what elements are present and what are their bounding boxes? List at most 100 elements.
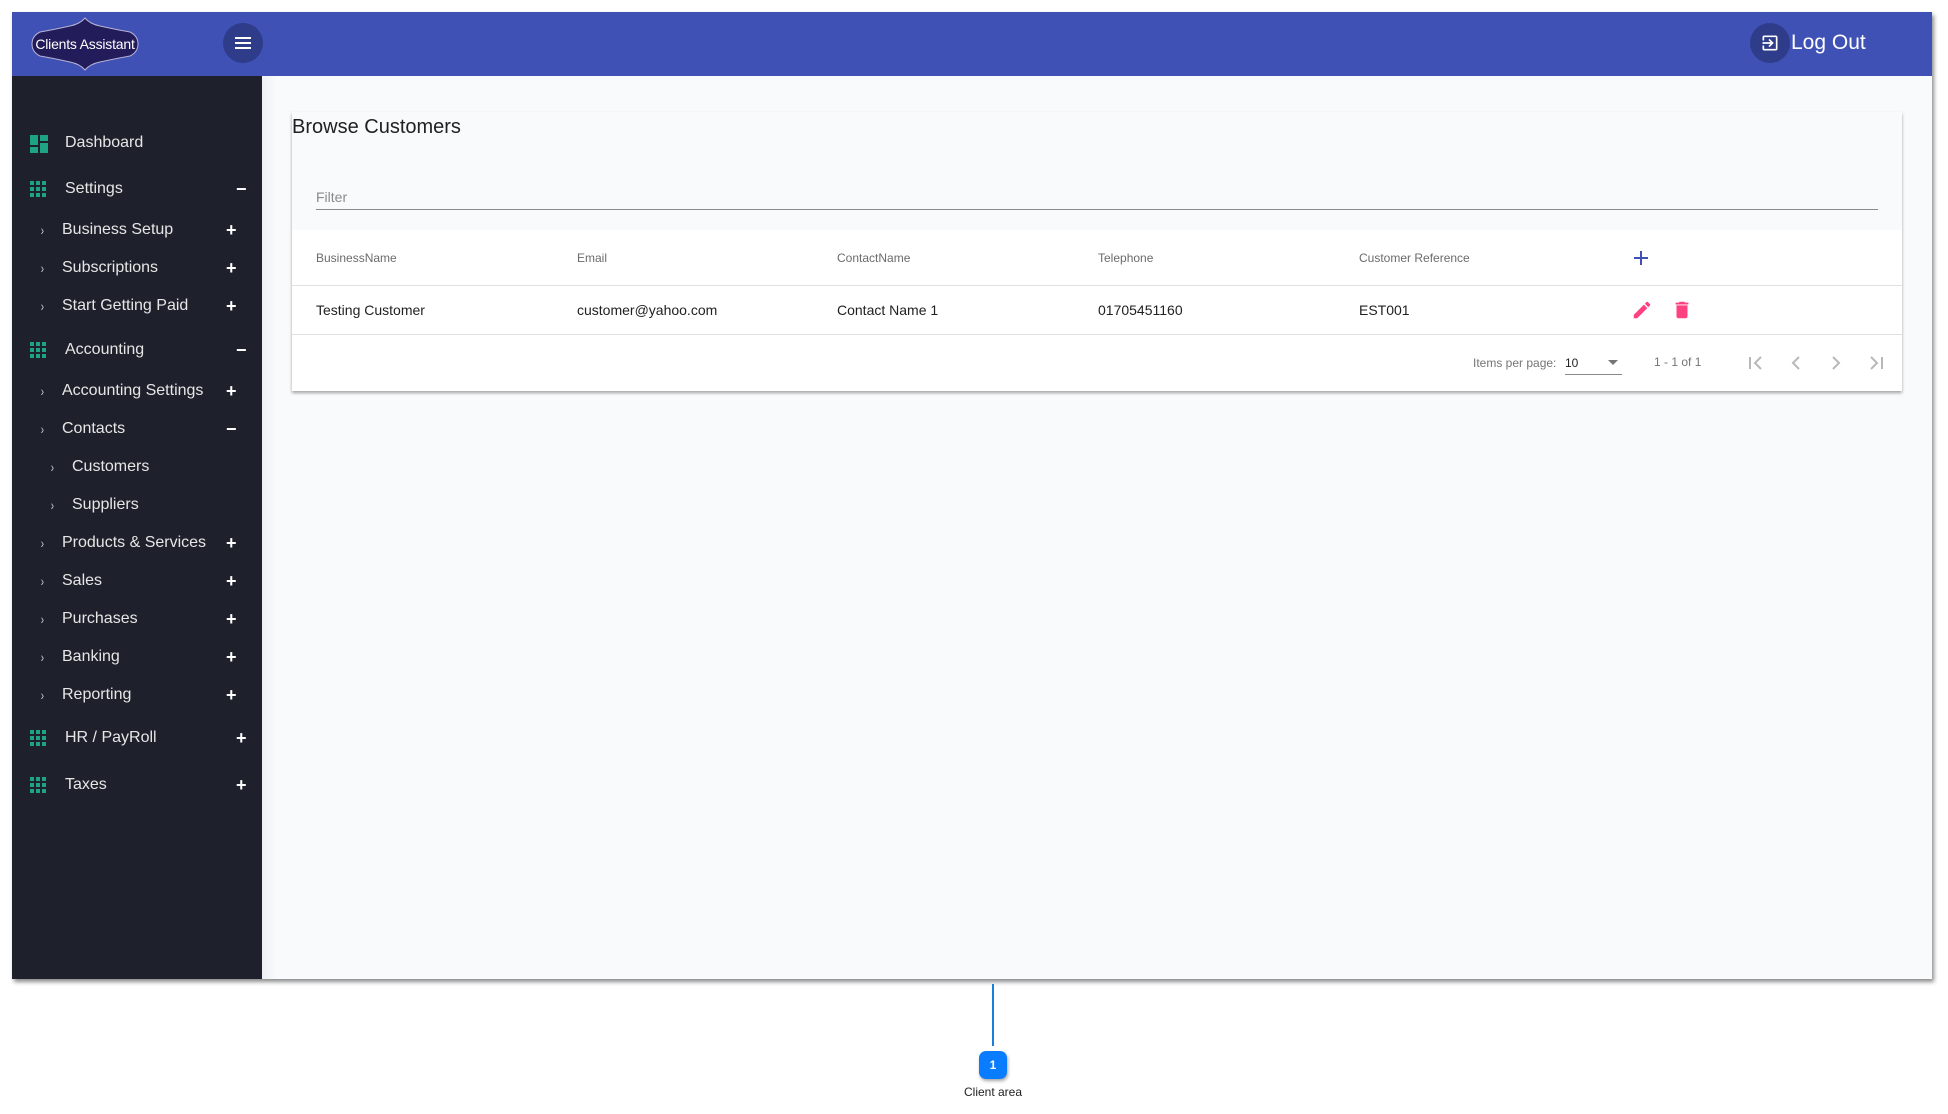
filter-input[interactable] — [316, 184, 1878, 210]
pencil-icon — [1633, 301, 1651, 319]
sidebar-item-hr-payroll[interactable]: HR / PayRoll + — [12, 721, 262, 755]
sidebar-item-purchases[interactable]: › Purchases + — [12, 602, 262, 636]
expand-plus-icon[interactable]: + — [226, 258, 237, 279]
delete-button[interactable] — [1667, 295, 1697, 325]
next-page-button[interactable] — [1822, 349, 1850, 377]
chevron-right-icon: › — [40, 649, 44, 665]
chevron-right-icon: › — [50, 459, 54, 475]
sidebar-item-sales[interactable]: › Sales + — [12, 564, 262, 598]
items-per-page-value: 10 — [1565, 356, 1579, 370]
logout-icon — [1750, 23, 1790, 63]
sidebar-nav: Dashboard Settings − › Business Setup + › Subsc… — [12, 76, 262, 979]
logo-text: Clients Assistant — [35, 36, 135, 52]
sidebar-item-banking[interactable]: › Banking + — [12, 640, 262, 674]
last-page-button[interactable] — [1862, 349, 1890, 377]
sidebar-item-accounting[interactable]: Accounting − — [12, 333, 262, 367]
cell-telephone: 01705451160 — [1098, 302, 1183, 318]
sidebar-item-label: Contacts — [62, 420, 126, 437]
row-actions — [1627, 286, 1697, 334]
chevron-left-icon — [1791, 356, 1800, 370]
column-header-business-name[interactable]: BusinessName — [316, 230, 397, 285]
expand-plus-icon[interactable]: + — [226, 381, 237, 402]
sidebar-item-label: Business Setup — [62, 221, 174, 238]
sidebar-item-contacts[interactable]: › Contacts − — [12, 412, 262, 446]
client-area: Browse Customers BusinessName Email Cont… — [262, 76, 1932, 979]
cell-contact-name: Contact Name 1 — [837, 302, 939, 318]
collapse-minus-icon[interactable]: − — [236, 340, 247, 361]
sidebar-item-label: Start Getting Paid — [62, 297, 189, 314]
edit-button[interactable] — [1627, 295, 1657, 325]
first-page-icon — [1749, 356, 1762, 370]
expand-plus-icon[interactable]: + — [226, 220, 237, 241]
sidebar-item-start-getting-paid[interactable]: › Start Getting Paid + — [12, 289, 262, 323]
add-customer-button[interactable] — [1632, 230, 1650, 285]
sidebar-item-label: HR / PayRoll — [65, 729, 157, 746]
plus-icon — [1632, 249, 1650, 267]
paginator: Items per page: 10 1 - 1 of 1 — [292, 335, 1902, 391]
chevron-right-icon: › — [40, 611, 44, 627]
column-header-email[interactable]: Email — [577, 230, 607, 285]
sidebar-item-label: Suppliers — [72, 496, 139, 513]
expand-plus-icon[interactable]: + — [226, 296, 237, 317]
sidebar-item-label: Accounting Settings — [62, 382, 204, 399]
sidebar-item-dashboard[interactable]: Dashboard — [12, 126, 262, 160]
cell-customer-reference: EST001 — [1359, 302, 1410, 318]
dashboard-icon — [30, 135, 48, 153]
table-row[interactable]: Testing Customer customer@yahoo.com Cont… — [292, 286, 1902, 335]
sidebar-item-products-services[interactable]: › Products & Services + — [12, 526, 262, 560]
cell-email: customer@yahoo.com — [577, 302, 718, 318]
sidebar-item-subscriptions[interactable]: › Subscriptions + — [12, 251, 262, 285]
page-range-label: 1 - 1 of 1 — [1654, 355, 1702, 369]
sidebar-item-label: Banking — [62, 648, 120, 665]
chevron-right-icon: › — [40, 383, 44, 399]
cell-business-name: Testing Customer — [316, 302, 425, 318]
column-header-contact-name[interactable]: ContactName — [837, 230, 910, 285]
sidebar-item-business-setup[interactable]: › Business Setup + — [12, 213, 262, 247]
sidebar-item-label: Subscriptions — [62, 259, 159, 276]
expand-plus-icon[interactable]: + — [226, 571, 237, 592]
sidebar-item-label: Accounting — [65, 341, 145, 358]
expand-plus-icon[interactable]: + — [226, 533, 237, 554]
expand-plus-icon[interactable]: + — [226, 647, 237, 668]
apps-grid-icon — [30, 730, 48, 748]
dropdown-caret-icon — [1608, 360, 1618, 365]
expand-plus-icon[interactable]: + — [236, 728, 247, 749]
card-header: Browse Customers — [292, 112, 1902, 230]
sidebar-item-taxes[interactable]: Taxes + — [12, 768, 262, 802]
first-page-button[interactable] — [1742, 349, 1770, 377]
customers-card: Browse Customers BusinessName Email Cont… — [292, 112, 1902, 391]
apps-grid-icon — [30, 181, 48, 199]
table-header-row: BusinessName Email ContactName Telephone… — [292, 230, 1902, 286]
column-header-customer-reference[interactable]: Customer Reference — [1359, 230, 1470, 285]
apps-grid-icon — [30, 342, 48, 360]
menu-toggle-button[interactable] — [223, 23, 263, 63]
expand-plus-icon[interactable]: + — [226, 609, 237, 630]
chevron-right-icon: › — [40, 222, 44, 238]
chevron-right-icon: › — [40, 260, 44, 276]
expand-plus-icon[interactable]: + — [226, 685, 237, 706]
app-logo[interactable]: Clients Assistant — [30, 16, 140, 72]
sidebar-item-suppliers[interactable]: › Suppliers — [12, 488, 262, 522]
chevron-right-icon: › — [50, 497, 54, 513]
collapse-minus-icon[interactable]: − — [236, 179, 247, 200]
sidebar-item-reporting[interactable]: › Reporting + — [12, 678, 262, 712]
collapse-minus-icon[interactable]: − — [226, 419, 237, 440]
sidebar-item-label: Reporting — [62, 686, 132, 703]
sidebar-item-label: Sales — [62, 572, 103, 589]
sidebar-item-settings[interactable]: Settings − — [12, 172, 262, 206]
items-per-page-label: Items per page: — [1473, 356, 1557, 370]
column-header-telephone[interactable]: Telephone — [1098, 230, 1153, 285]
trash-icon — [1675, 301, 1689, 319]
expand-plus-icon[interactable]: + — [236, 775, 247, 796]
previous-page-button[interactable] — [1782, 349, 1810, 377]
logout-button[interactable]: Log Out — [1750, 23, 1866, 63]
sidebar-item-label: Settings — [65, 180, 123, 197]
hamburger-icon — [235, 37, 251, 39]
items-per-page-select[interactable]: 10 — [1565, 349, 1622, 375]
sidebar-item-accounting-settings[interactable]: › Accounting Settings + — [12, 374, 262, 408]
chevron-right-icon — [1832, 356, 1841, 370]
chevron-right-icon: › — [40, 535, 44, 551]
chevron-right-icon: › — [40, 298, 44, 314]
sidebar-item-customers[interactable]: › Customers — [12, 450, 262, 484]
top-toolbar: Clients Assistant Log Out — [12, 12, 1932, 76]
